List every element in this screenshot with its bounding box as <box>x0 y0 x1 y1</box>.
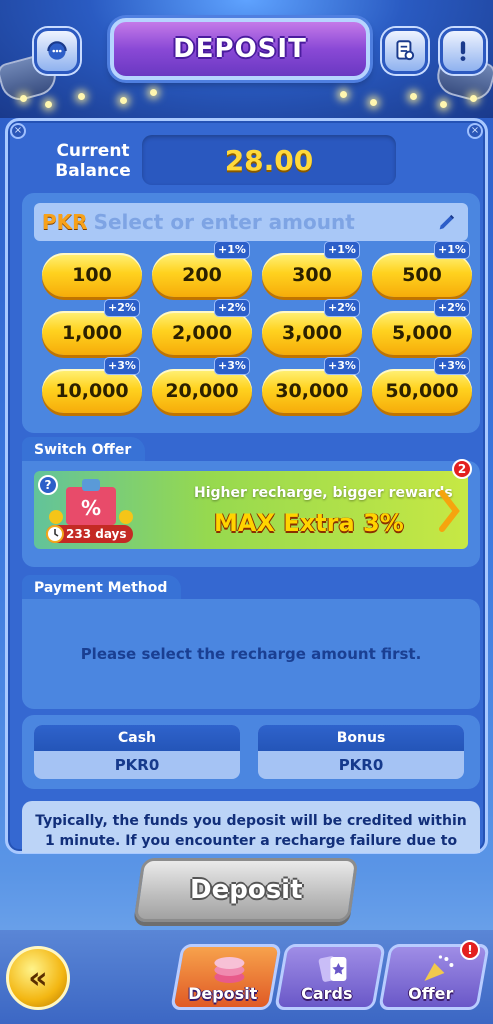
bonus-percent-tag: +2% <box>434 299 470 317</box>
offer-help-icon[interactable]: ? <box>38 475 58 495</box>
cash-label: Cash <box>34 725 240 751</box>
party-popper-icon <box>424 955 454 981</box>
offer-subtitle: Higher recharge, bigger rewards <box>194 485 453 501</box>
chips-icon <box>214 957 245 983</box>
bonus-percent-tag: +2% <box>104 299 140 317</box>
offer-card: % ? 233 days Higher recharge, bigger rew… <box>22 459 480 567</box>
nav-label-offer: Offer <box>408 984 454 1003</box>
gift-bag-icon: % <box>49 479 133 525</box>
records-button[interactable] <box>382 28 428 74</box>
bonus-percent-tag: +2% <box>214 299 250 317</box>
bonus-percent-tag: +3% <box>434 357 470 375</box>
bonus-percent-tag: +2% <box>324 299 360 317</box>
amount-option-button[interactable]: 50,000 <box>372 369 472 413</box>
customer-service-icon <box>47 41 67 60</box>
amount-placeholder: Select or enter amount <box>93 210 355 234</box>
cash-box: Cash PKR0 <box>34 725 240 779</box>
pencil-icon[interactable] <box>436 211 458 233</box>
info-button[interactable] <box>440 28 486 74</box>
balance-value: 28.00 <box>224 143 314 177</box>
bonus-percent-tag: +1% <box>214 241 250 259</box>
amount-option-button[interactable]: 1,000 <box>42 311 142 355</box>
page-title-banner: DEPOSIT <box>110 18 370 80</box>
amount-option-button[interactable]: 2,000 <box>152 311 252 355</box>
payment-method-tab: Payment Method <box>22 575 182 601</box>
chevron-right-icon[interactable] <box>438 489 462 533</box>
payment-message: Please select the recharge amount first. <box>80 645 422 663</box>
bonus-label: Bonus <box>258 725 464 751</box>
switch-offer-tab: Switch Offer <box>22 437 146 463</box>
amount-option-button[interactable]: 10,000 <box>42 369 142 413</box>
nav-tab-deposit[interactable]: Deposit <box>170 944 282 1010</box>
balance-label: Current Balance <box>55 141 131 181</box>
offer-banner[interactable]: % ? 233 days Higher recharge, bigger rew… <box>34 471 468 549</box>
amount-option-button[interactable]: 100 <box>42 253 142 297</box>
payment-method-card: Please select the recharge amount first. <box>22 599 480 709</box>
bonus-percent-tag: +1% <box>434 241 470 259</box>
bonus-percent-tag: +1% <box>324 241 360 259</box>
amount-option-button[interactable]: 5,000 <box>372 311 472 355</box>
bonus-percent-tag: +3% <box>324 357 360 375</box>
page-title: DEPOSIT <box>173 34 307 64</box>
cards-icon <box>318 956 347 982</box>
back-button[interactable]: « <box>6 946 70 1010</box>
amount-option-button[interactable]: 3,000 <box>262 311 362 355</box>
svg-text:%: % <box>81 496 101 520</box>
amount-option-button[interactable]: 20,000 <box>152 369 252 413</box>
deposit-note-text: Typically, the funds you deposit will be… <box>35 813 467 849</box>
record-list-icon <box>396 40 415 61</box>
nav-label-cards: Cards <box>301 984 353 1003</box>
amount-option-button[interactable]: 500 <box>372 253 472 297</box>
deposit-button[interactable]: Deposit <box>133 858 359 922</box>
cash-value: PKR0 <box>114 756 160 774</box>
corner-rivet-icon: × <box>10 123 26 139</box>
clock-icon <box>46 525 64 543</box>
offer-alert-badge: ! <box>460 940 480 960</box>
amount-input[interactable]: PKR Select or enter amount <box>34 203 468 241</box>
balance-display: 28.00 <box>142 135 396 185</box>
deposit-button-label: Deposit <box>189 875 303 905</box>
wallet-summary: Cash PKR0 Bonus PKR0 <box>22 715 480 789</box>
amount-selector: PKR Select or enter amount 100 200 +1% 300 +… <box>22 193 480 433</box>
deposit-panel: × × Current Balance 28.00 PKR Select or … <box>5 118 488 854</box>
info-alert-icon <box>460 41 466 61</box>
offer-count-badge: 2 <box>452 459 472 479</box>
double-chevron-left-icon: « <box>28 960 48 996</box>
bonus-percent-tag: +3% <box>104 357 140 375</box>
customer-service-button[interactable] <box>34 28 80 74</box>
nav-label-deposit: Deposit <box>188 984 258 1003</box>
deposit-note: Typically, the funds you deposit will be… <box>22 801 480 853</box>
currency-prefix: PKR <box>42 210 88 234</box>
offer-headline: MAX Extra 3% <box>214 509 404 537</box>
nav-tab-cards[interactable]: Cards <box>274 944 386 1010</box>
amount-option-button[interactable]: 30,000 <box>262 369 362 413</box>
amount-option-button[interactable]: 200 <box>152 253 252 297</box>
amount-option-button[interactable]: 300 <box>262 253 362 297</box>
bonus-percent-tag: +3% <box>214 357 250 375</box>
bonus-value: PKR0 <box>338 756 384 774</box>
string-lights <box>0 85 493 115</box>
bonus-box: Bonus PKR0 <box>258 725 464 779</box>
corner-rivet-icon: × <box>467 123 483 139</box>
